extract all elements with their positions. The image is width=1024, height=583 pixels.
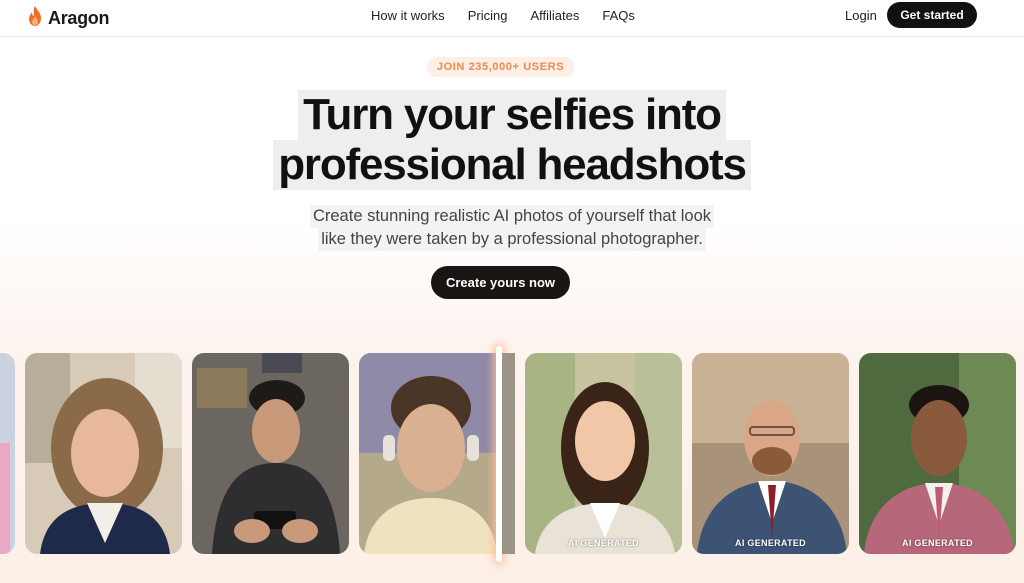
logo[interactable]: Aragon [26, 5, 110, 32]
nav-affiliates[interactable]: Affiliates [530, 8, 579, 23]
ai-headshot-man-suit: AI GENERATED [859, 353, 1016, 554]
get-started-button[interactable]: Get started [887, 2, 977, 28]
man-headphones-selfie-photo [359, 353, 497, 554]
woman-selfie-photo [25, 353, 182, 554]
main-nav: How it works Pricing Affiliates FAQs [371, 8, 658, 23]
logo-text: Aragon [48, 8, 110, 28]
login-link[interactable]: Login [845, 8, 877, 23]
users-badge: JOIN 235,000+ USERS [427, 57, 574, 77]
subhead-line-1: Create stunning realistic AI photos of y… [309, 205, 715, 228]
subhead-line-2: like they were taken by a professional p… [318, 228, 706, 251]
flame-icon [26, 5, 44, 32]
nav-how-it-works[interactable]: How it works [371, 8, 445, 23]
nav-pricing[interactable]: Pricing [468, 8, 508, 23]
ai-headshot-woman: AI GENERATED [525, 353, 682, 554]
headline-line-1: Turn your selfies into [298, 90, 726, 140]
headline-line-2: professional headshots [273, 140, 751, 190]
partial-divider-photo [502, 353, 515, 554]
ai-generated-label: AI GENERATED [902, 538, 973, 548]
top-nav-bar: Aragon How it works Pricing Affiliates F… [0, 0, 1024, 37]
hero-subhead: Create stunning realistic AI photos of y… [0, 205, 1024, 251]
ai-generated-label: AI GENERATED [735, 538, 806, 548]
man-phone-selfie-photo [192, 353, 349, 554]
ai-generated-label: AI GENERATED [568, 538, 639, 548]
nav-faqs[interactable]: FAQs [602, 8, 635, 23]
partial-photo-left [0, 353, 15, 554]
ai-headshot-man-glasses: AI GENERATED [692, 353, 849, 554]
hero-headline: Turn your selfies into professional head… [0, 90, 1024, 190]
create-yours-now-button[interactable]: Create yours now [431, 266, 570, 299]
